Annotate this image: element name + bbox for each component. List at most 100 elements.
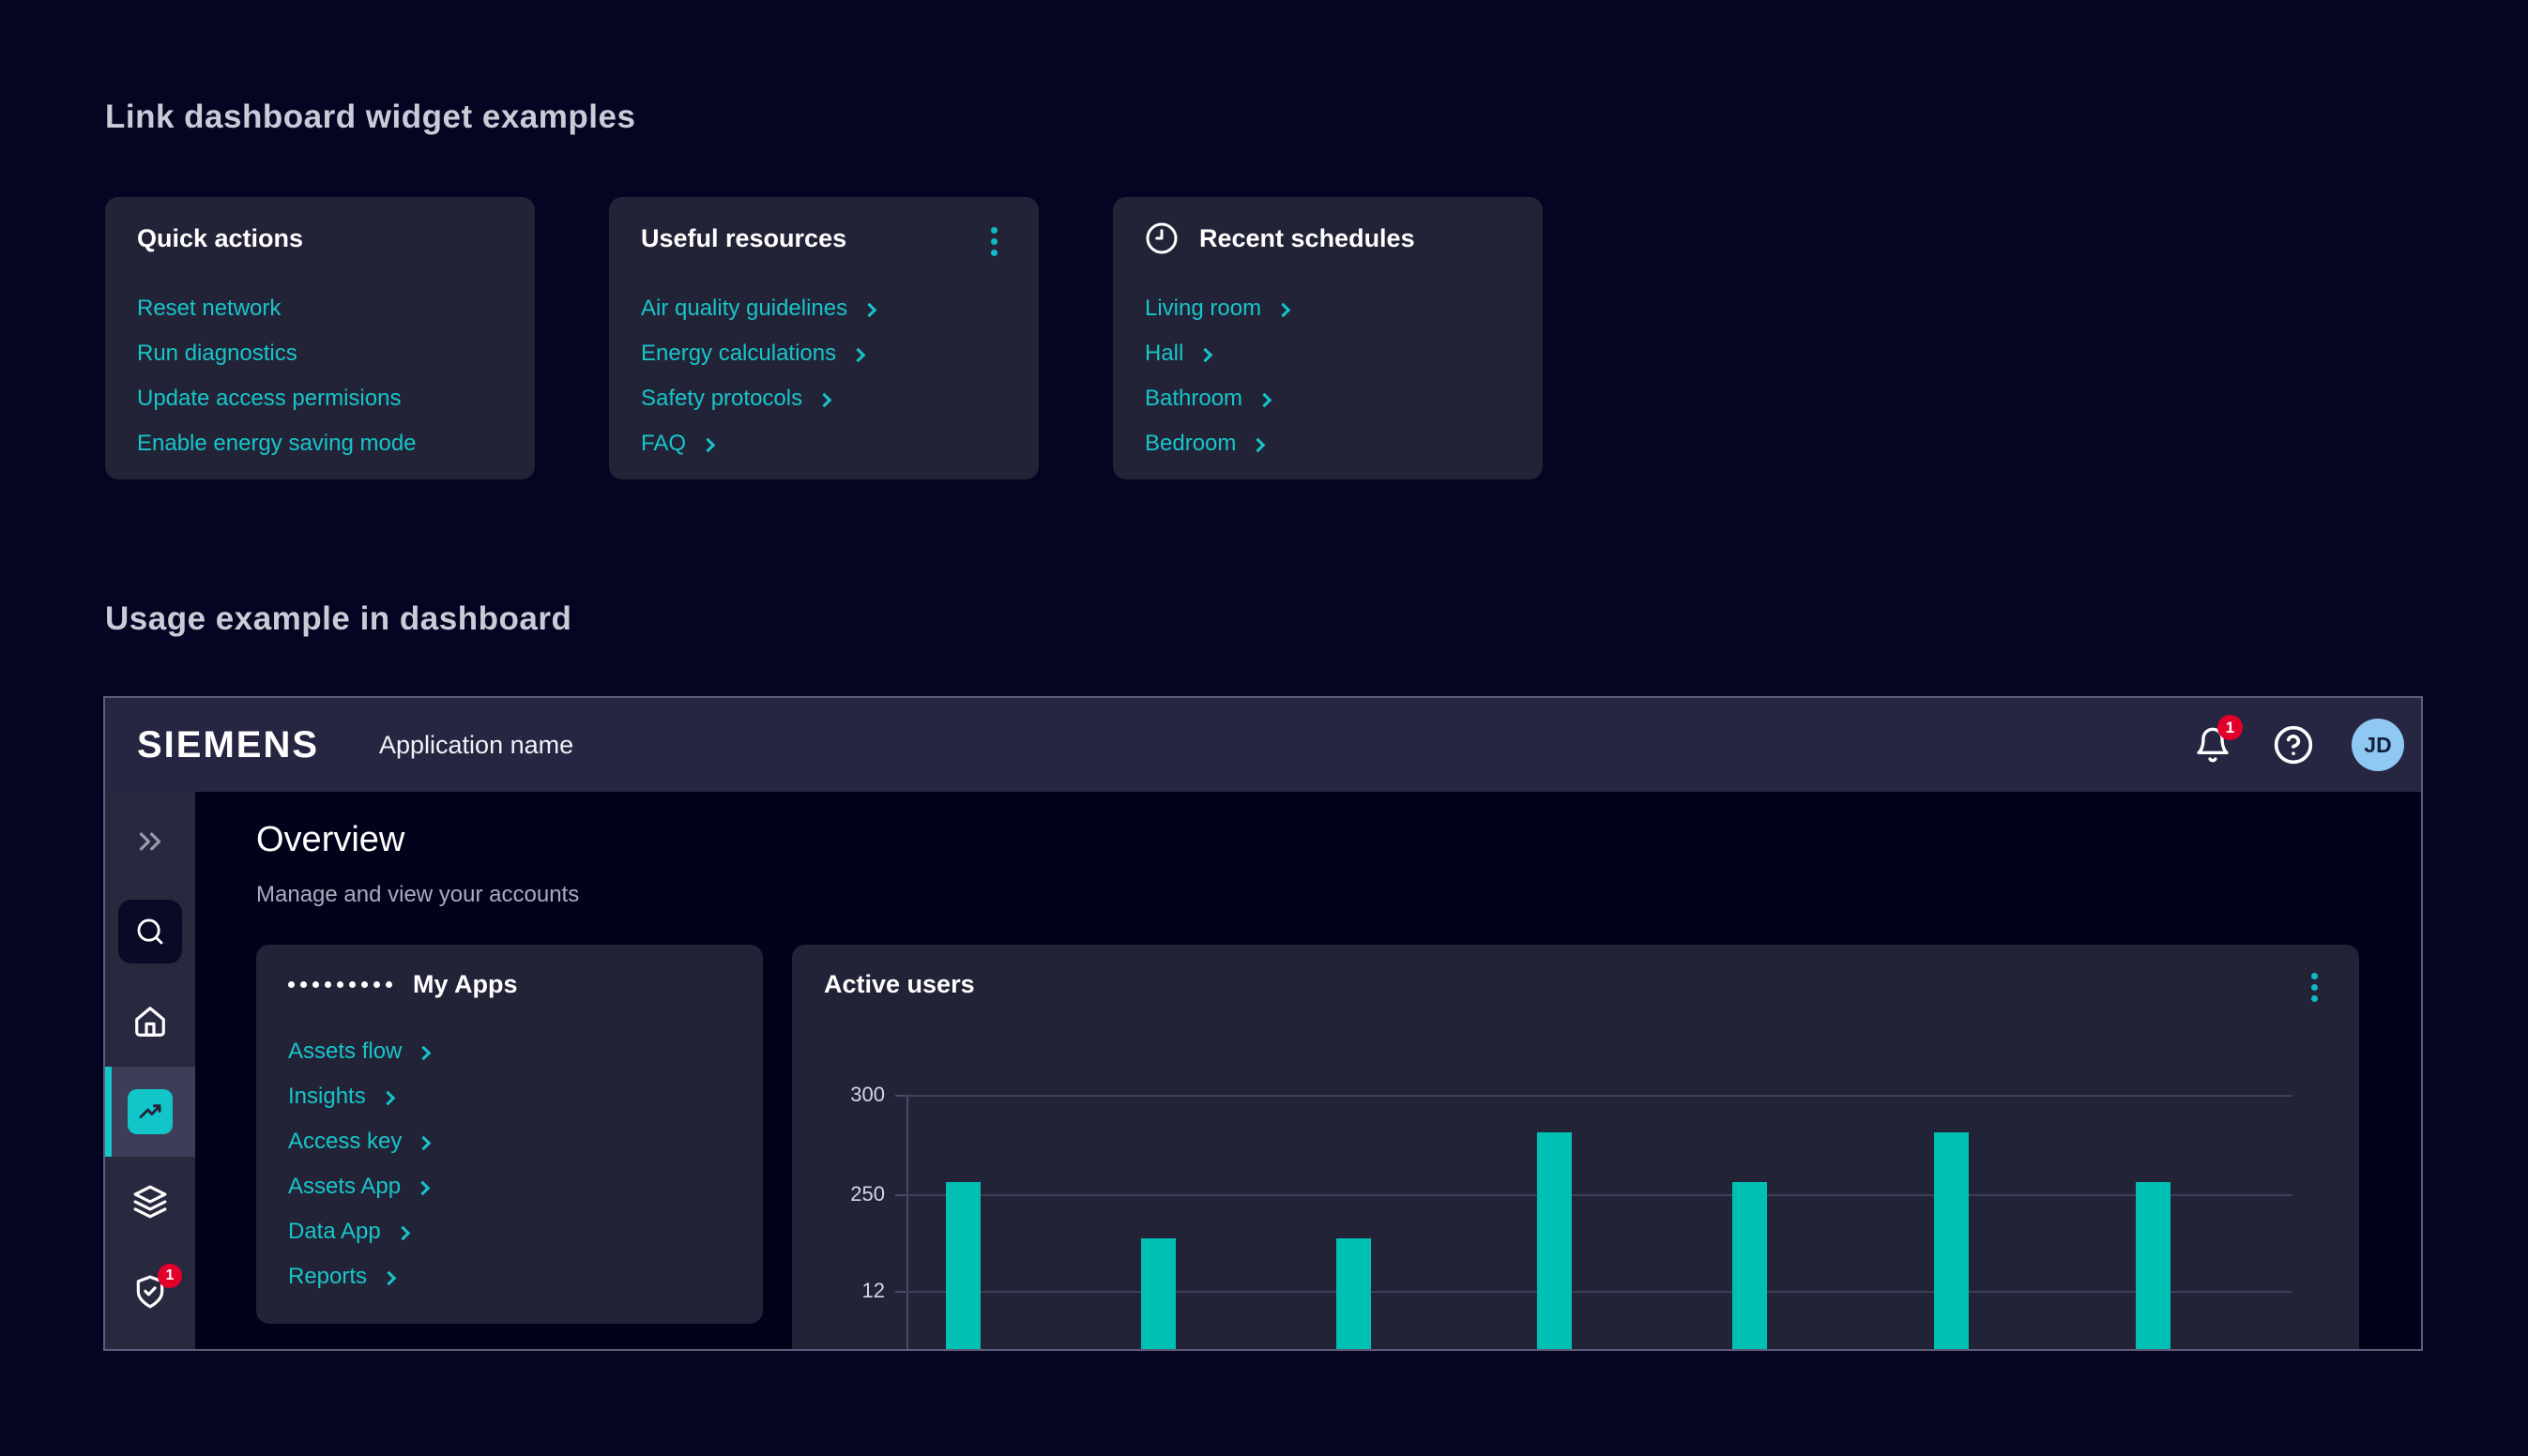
chevron-right-icon <box>417 1135 432 1150</box>
card-header: My Apps <box>288 967 731 1001</box>
chevron-right-icon <box>395 1225 410 1240</box>
link-item[interactable]: Insights <box>288 1074 731 1119</box>
link-label: Safety protocols <box>641 386 802 412</box>
my-apps-links: Assets flow Insights Access key Assets App D… <box>288 1029 731 1299</box>
link-item[interactable]: Hall <box>1145 331 1511 376</box>
link-item[interactable]: FAQ <box>641 421 1007 466</box>
useful-resources-links: Air quality guidelines Energy calculation… <box>641 286 1007 466</box>
y-axis <box>906 1095 908 1351</box>
section-title-usage-example: Usage example in dashboard <box>105 600 571 638</box>
apps-grid-icon <box>288 981 392 988</box>
sidebar-item-analytics[interactable] <box>105 1067 195 1157</box>
chevron-right-icon <box>1251 437 1266 452</box>
notification-badge: 1 <box>2217 715 2243 740</box>
card-header: Quick actions <box>137 221 503 255</box>
active-users-card: Active users 30025012 <box>792 945 2359 1351</box>
sidebar-item-home[interactable] <box>105 977 195 1067</box>
page-subtitle: Manage and view your accounts <box>256 882 579 908</box>
dashboard-example: SIEMENS Application name 1 JD <box>103 696 2423 1351</box>
link-item[interactable]: Bedroom <box>1145 421 1511 466</box>
quick-actions-links: Reset network Run diagnostics Update acces… <box>137 286 503 466</box>
useful-resources-card: Useful resources Air quality guidelines E… <box>609 197 1039 479</box>
link-item[interactable]: Bathroom <box>1145 376 1511 421</box>
link-label: Update access permisions <box>137 386 401 412</box>
axis-tick <box>895 1291 906 1293</box>
page-title: Overview <box>256 820 404 860</box>
card-title: Useful resources <box>641 224 846 253</box>
y-tick-label: 12 <box>808 1279 885 1303</box>
chevron-right-icon <box>380 1090 395 1105</box>
chevron-right-icon <box>417 1045 432 1060</box>
link-label: Access key <box>288 1129 402 1155</box>
clock-icon <box>1145 221 1179 255</box>
axis-tick <box>895 1194 906 1196</box>
bar-chart: 30025012 <box>906 1095 2292 1351</box>
link-item[interactable]: Reset network <box>137 286 503 331</box>
link-label: Reset network <box>137 296 281 322</box>
link-item[interactable]: Safety protocols <box>641 376 1007 421</box>
link-label: Enable energy saving mode <box>137 431 417 457</box>
link-item[interactable]: Enable energy saving mode <box>137 421 503 466</box>
header-actions: 1 JD <box>2190 719 2404 771</box>
chevron-right-icon <box>416 1180 431 1195</box>
link-item[interactable]: Data App <box>288 1209 731 1254</box>
card-header: Active users <box>824 967 2327 1001</box>
link-label: Insights <box>288 1084 366 1110</box>
kebab-menu-icon[interactable] <box>2307 969 2322 1006</box>
trending-up-icon <box>136 1098 164 1126</box>
bar <box>1537 1132 1572 1351</box>
card-title: Quick actions <box>137 224 303 253</box>
chevron-right-icon <box>1276 302 1291 317</box>
notifications-button[interactable]: 1 <box>2190 722 2235 767</box>
link-label: Data App <box>288 1219 381 1245</box>
help-icon <box>2273 724 2314 766</box>
sidebar: 1 <box>105 792 195 1351</box>
link-item[interactable]: Access key <box>288 1119 731 1164</box>
link-label: Bathroom <box>1145 386 1242 412</box>
sidebar-collapse-button[interactable] <box>105 796 195 887</box>
link-item[interactable]: Run diagnostics <box>137 331 503 376</box>
link-label: Run diagnostics <box>137 341 297 367</box>
layers-icon <box>132 1184 168 1220</box>
help-button[interactable] <box>2271 722 2316 767</box>
chevrons-right-icon <box>132 824 168 859</box>
chevron-right-icon <box>817 392 832 407</box>
gridline <box>906 1194 2292 1196</box>
sidebar-item-security[interactable]: 1 <box>105 1247 195 1337</box>
link-label: FAQ <box>641 431 686 457</box>
sidebar-item-search[interactable] <box>105 887 195 977</box>
link-label: Energy calculations <box>641 341 836 367</box>
main-content: Overview Manage and view your accounts M… <box>195 792 2423 1351</box>
link-item[interactable]: Energy calculations <box>641 331 1007 376</box>
bar <box>1732 1182 1767 1351</box>
bar <box>1336 1238 1371 1351</box>
link-item[interactable]: Assets flow <box>288 1029 731 1074</box>
link-item[interactable]: Update access permisions <box>137 376 503 421</box>
link-label: Reports <box>288 1264 367 1290</box>
link-item[interactable]: Assets App <box>288 1164 731 1209</box>
section-title-link-widgets: Link dashboard widget examples <box>105 99 635 136</box>
siemens-logo: SIEMENS <box>137 724 319 766</box>
recent-schedules-links: Living room Hall Bathroom Bedroom <box>1145 286 1511 466</box>
y-tick-label: 300 <box>808 1083 885 1107</box>
axis-tick <box>895 1095 906 1097</box>
app-header: SIEMENS Application name 1 JD <box>105 698 2421 792</box>
page: Link dashboard widget examples Quick act… <box>0 0 2528 1456</box>
link-item[interactable]: Reports <box>288 1254 731 1299</box>
link-label: Living room <box>1145 296 1261 322</box>
link-label: Assets flow <box>288 1039 402 1065</box>
link-item[interactable]: Living room <box>1145 286 1511 331</box>
link-label: Assets App <box>288 1174 401 1200</box>
recent-schedules-card: Recent schedules Living room Hall Bathroom… <box>1113 197 1543 479</box>
sidebar-item-layers[interactable] <box>105 1157 195 1247</box>
search-icon <box>134 916 166 948</box>
link-label: Air quality guidelines <box>641 296 847 322</box>
card-title: Active users <box>824 970 975 999</box>
search-tile <box>118 900 182 963</box>
avatar[interactable]: JD <box>2352 719 2404 771</box>
kebab-menu-icon[interactable] <box>987 223 1001 260</box>
link-item[interactable]: Air quality guidelines <box>641 286 1007 331</box>
chevron-right-icon <box>1257 392 1272 407</box>
y-tick-label: 250 <box>808 1182 885 1206</box>
card-title: Recent schedules <box>1199 224 1415 253</box>
